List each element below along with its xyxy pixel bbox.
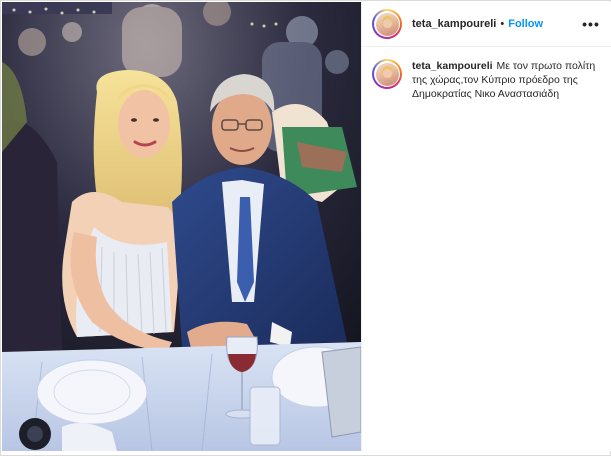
post-side-panel: teta_kampoureli • Follow ••• teta_kampou… <box>361 2 611 451</box>
avatar-image <box>375 12 399 36</box>
post-photo[interactable] <box>2 2 361 451</box>
more-options-dots: ••• <box>582 16 600 32</box>
more-options-icon[interactable]: ••• <box>581 14 601 34</box>
caption-avatar[interactable] <box>372 59 402 89</box>
instagram-post: teta_kampoureli • Follow ••• teta_kampou… <box>0 0 611 456</box>
profile-avatar[interactable] <box>372 9 402 39</box>
post-photo-image <box>2 2 361 451</box>
post-header: teta_kampoureli • Follow ••• <box>362 2 611 47</box>
post-caption: teta_kampoureli Με τον πρωτο πολίτη της χ… <box>362 47 611 101</box>
avatar-image <box>375 62 399 86</box>
header-username-link[interactable]: teta_kampoureli <box>412 18 496 30</box>
header-separator: • <box>500 18 505 30</box>
caption-text: teta_kampoureli Με τον πρωτο πολίτη της χ… <box>412 59 601 101</box>
caption-username-link[interactable]: teta_kampoureli <box>412 60 493 72</box>
follow-button[interactable]: Follow <box>508 18 543 30</box>
